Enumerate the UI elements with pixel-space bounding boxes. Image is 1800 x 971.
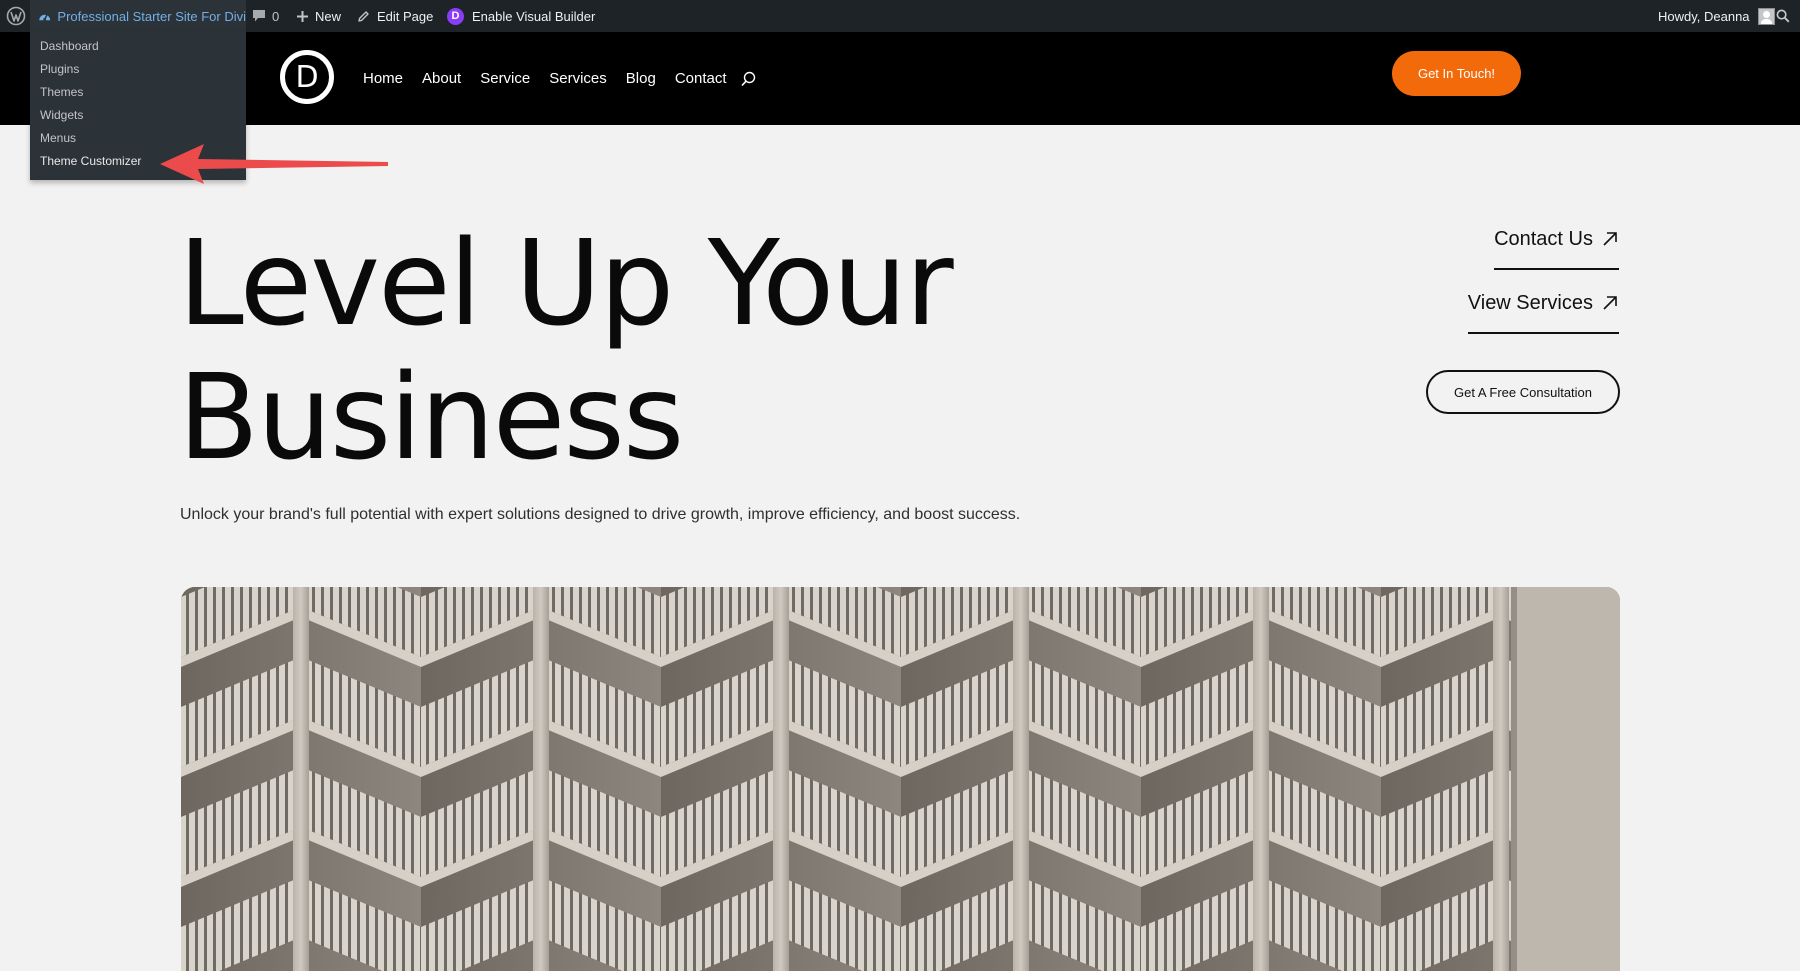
contact-us-label: Contact Us xyxy=(1494,228,1593,250)
pencil-icon xyxy=(358,10,369,22)
wordpress-menu[interactable] xyxy=(4,0,28,32)
nav-item-service[interactable]: Service xyxy=(480,70,530,87)
free-consultation-button[interactable]: Get A Free Consultation xyxy=(1426,370,1620,414)
new-content-menu[interactable]: New xyxy=(296,0,341,32)
dashboard-gauge-icon xyxy=(39,13,51,21)
plus-icon xyxy=(297,10,308,22)
nav-item-contact[interactable]: Contact xyxy=(675,70,727,87)
avatar xyxy=(1757,7,1775,25)
nav-item-home[interactable]: Home xyxy=(363,70,403,87)
wordpress-logo-icon xyxy=(6,6,26,26)
hero-title-line-1: Level Up Your xyxy=(178,214,954,352)
nav-search-button[interactable] xyxy=(740,71,756,87)
menu-item-dashboard[interactable]: Dashboard xyxy=(30,35,246,58)
my-account-menu[interactable]: Howdy, Deanna xyxy=(1658,0,1775,32)
view-services-link[interactable]: View Services xyxy=(1467,292,1619,334)
view-services-label: View Services xyxy=(1467,292,1593,314)
admin-search-button[interactable] xyxy=(1776,0,1790,32)
comments-link[interactable]: 0 xyxy=(252,0,279,32)
nav-item-blog[interactable]: Blog xyxy=(626,70,656,87)
site-header: D Home About Service Services Blog Conta… xyxy=(0,32,1800,125)
hero-subtitle: Unlock your brand's full potential with … xyxy=(180,506,1021,523)
building-facade-image xyxy=(181,587,1620,971)
arrow-up-right-icon xyxy=(1601,294,1619,312)
annotation-arrow xyxy=(160,144,388,184)
menu-item-widgets[interactable]: Widgets xyxy=(30,104,246,127)
comment-bubble-icon xyxy=(253,10,265,22)
visual-builder-label: Enable Visual Builder xyxy=(472,8,596,24)
hero-title: Level Up Your Business xyxy=(178,214,954,486)
site-name-menu[interactable]: Professional Starter Site For Divi xyxy=(30,0,246,32)
divi-logo-icon: D xyxy=(447,7,464,25)
nav-item-services[interactable]: Services xyxy=(549,70,607,87)
contact-us-link[interactable]: Contact Us xyxy=(1494,228,1619,270)
nav-item-about[interactable]: About xyxy=(422,70,461,87)
new-label: New xyxy=(315,8,342,24)
wp-admin-bar: Professional Starter Site For Divi 0 New… xyxy=(0,0,1800,32)
site-logo[interactable]: D xyxy=(280,50,334,104)
hero-title-line-2: Business xyxy=(178,348,684,486)
menu-item-themes[interactable]: Themes xyxy=(30,81,246,104)
search-icon xyxy=(740,71,755,86)
arrow-up-right-icon xyxy=(1601,230,1619,248)
get-in-touch-button[interactable]: Get In Touch! xyxy=(1392,51,1521,96)
comments-count: 0 xyxy=(272,8,280,24)
enable-visual-builder-link[interactable]: D Enable Visual Builder xyxy=(447,0,595,32)
search-icon xyxy=(1776,9,1790,23)
menu-item-plugins[interactable]: Plugins xyxy=(30,58,246,81)
edit-page-link[interactable]: Edit Page xyxy=(357,0,433,32)
site-name-label: Professional Starter Site For Divi xyxy=(57,8,246,24)
howdy-greeting: Howdy, Deanna xyxy=(1658,8,1750,24)
edit-page-label: Edit Page xyxy=(377,8,434,24)
main-nav: Home About Service Services Blog Contact xyxy=(363,32,756,125)
